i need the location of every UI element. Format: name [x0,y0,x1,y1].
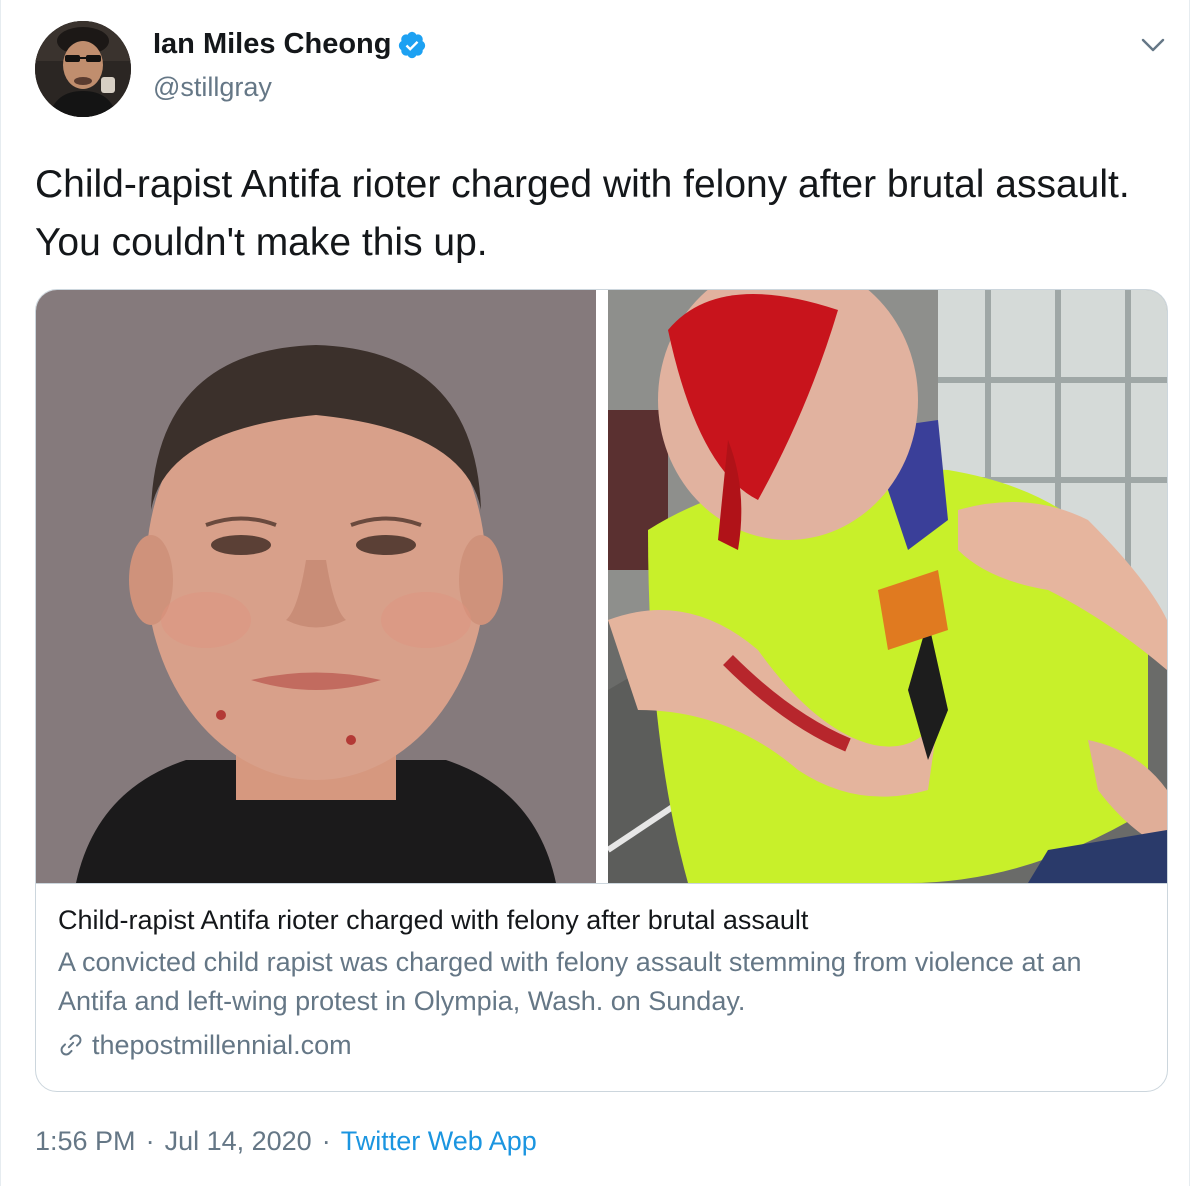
card-domain-row: thepostmillennial.com [58,1026,1145,1064]
card-media [36,290,1167,883]
meta-separator: · [145,1126,155,1156]
card-body: Child-rapist Antifa rioter charged with … [36,883,1167,1064]
display-name[interactable]: Ian Miles Cheong [153,28,391,61]
link-card[interactable]: Child-rapist Antifa rioter charged with … [35,289,1168,1092]
tweet-date[interactable]: Jul 14, 2020 [165,1126,312,1157]
assault-photo [608,290,1167,883]
tweet-source-link[interactable]: Twitter Web App [341,1126,537,1157]
tweet-time[interactable]: 1:56 PM [35,1126,136,1157]
tweet-text: Child-rapist Antifa rioter charged with … [35,163,1130,264]
card-description: A convicted child rapist was charged wit… [58,947,1082,1016]
link-icon [60,1034,82,1056]
avatar[interactable] [35,21,131,117]
tweet-meta: 1:56 PM · Jul 14, 2020 · Twitter Web App [35,1126,537,1157]
card-title: Child-rapist Antifa rioter charged with … [58,905,809,935]
verified-badge-icon [399,31,426,58]
card-domain: thepostmillennial.com [92,1030,352,1060]
handle[interactable]: @stillgray [153,72,272,103]
meta-separator: · [321,1126,331,1156]
chevron-down-icon[interactable] [1139,34,1167,56]
tweet-container: Ian Miles Cheong @stillgray Child-rapist… [0,0,1190,1186]
mugshot-image [36,290,596,883]
author-row: Ian Miles Cheong [153,28,427,61]
card-image-divider [596,290,608,883]
avatar-image [35,21,131,117]
